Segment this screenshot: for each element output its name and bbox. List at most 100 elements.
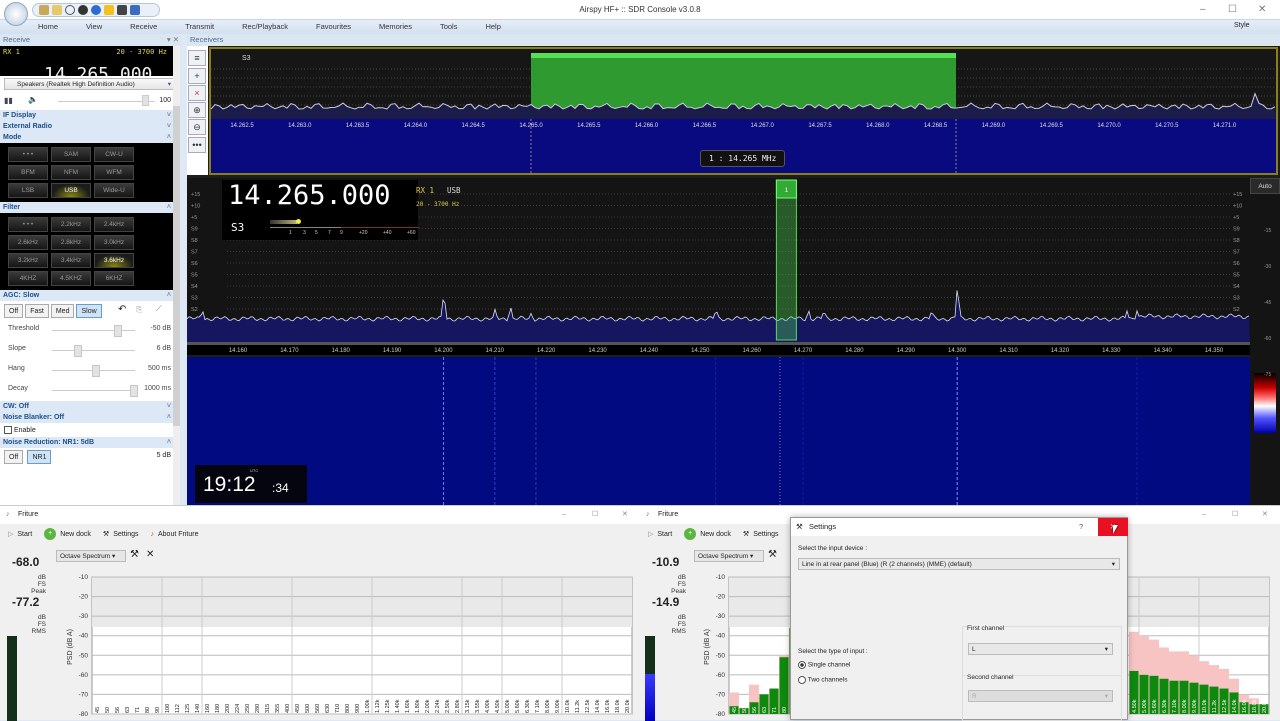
play-icon[interactable]: ▷	[8, 530, 13, 538]
filter-button[interactable]: 2.8kHz	[51, 235, 91, 250]
filter-button[interactable]: 3.2kHz	[8, 253, 48, 268]
widget-settings-icon[interactable]: ⚒	[130, 549, 139, 560]
menu-memories[interactable]: Memories	[379, 20, 412, 34]
nr-off-button[interactable]: Off	[4, 450, 24, 464]
waterfall[interactable]	[187, 357, 1250, 505]
two-channels-radio[interactable]: Two channels	[798, 676, 847, 684]
new-dock-button[interactable]: New dock	[60, 531, 91, 538]
second-channel-select[interactable]: R ▾	[968, 690, 1113, 702]
menu-tools[interactable]: Tools	[440, 20, 458, 34]
mode-button[interactable]: BFM	[8, 165, 48, 180]
start-button[interactable]: Start	[657, 531, 672, 538]
maximize-button[interactable]: ☐	[1232, 506, 1238, 524]
maximize-button[interactable]: ☐	[1228, 4, 1237, 15]
section-cw[interactable]: CW: Off ˅	[0, 401, 179, 412]
nr1-button[interactable]: NR1	[27, 450, 52, 464]
rx-frequency[interactable]: 14.265.000	[44, 64, 152, 76]
slider-thumb[interactable]	[74, 345, 83, 357]
slider-thumb[interactable]	[92, 365, 100, 377]
filter-button[interactable]: 2.2kHz	[51, 217, 91, 232]
play-icon[interactable]: ▷	[648, 530, 653, 538]
auto-button[interactable]: Auto	[1250, 178, 1280, 194]
add-icon[interactable]: +	[684, 528, 697, 540]
filter-button[interactable]: 3.0kHz	[94, 235, 134, 250]
receive-panel-scrollbar[interactable]	[173, 46, 180, 505]
single-channel-radio[interactable]: Single channel	[798, 661, 850, 669]
noise-blanker-enable[interactable]: Enable	[0, 423, 179, 437]
undo-icon[interactable]: ↶	[118, 304, 126, 315]
widget-settings-icon[interactable]: ⚒	[768, 549, 777, 560]
section-filter[interactable]: Filter ˄	[0, 202, 179, 213]
zoom-out-icon[interactable]: ⊖	[188, 119, 206, 135]
mute-speaker-icon[interactable]: 🔈	[28, 95, 38, 104]
settings-button[interactable]: Settings	[113, 531, 138, 538]
main-frequency[interactable]: 14.265.000	[228, 180, 391, 211]
style-menu[interactable]: Style	[1234, 22, 1250, 29]
slider-track[interactable]	[52, 390, 135, 391]
filter-button[interactable]: 4KHZ	[8, 271, 48, 286]
section-noise-blanker[interactable]: Noise Blanker: Off ˄	[0, 412, 179, 423]
filter-button[interactable]: 3.6kHz	[94, 253, 134, 268]
agc-off-button[interactable]: Off	[4, 304, 24, 318]
mode-button[interactable]: LSB	[8, 183, 48, 198]
mode-button[interactable]: • • •	[8, 147, 48, 162]
slider-thumb[interactable]	[130, 385, 139, 397]
section-noise-reduction[interactable]: Noise Reduction: NR1: 5dB ˄	[0, 437, 179, 448]
first-channel-select[interactable]: L ▾	[968, 643, 1113, 655]
mode-button[interactable]: USB	[51, 183, 91, 198]
menu-receive[interactable]: Receive	[130, 20, 157, 34]
panel-close-icon[interactable]: ▾ ✕	[167, 34, 179, 46]
close-button[interactable]: ✕	[622, 506, 628, 524]
slider-track[interactable]	[52, 330, 135, 331]
maximize-button[interactable]: ☐	[592, 506, 598, 524]
input-device-select[interactable]: Line in at rear panel (Blue) (R (2 chann…	[798, 558, 1120, 570]
help-button[interactable]: ?	[1079, 518, 1083, 536]
widget-type-select[interactable]: Octave Spectrum ▾	[694, 550, 764, 562]
slider-track[interactable]	[52, 350, 135, 351]
settings-button[interactable]: Settings	[753, 531, 778, 538]
menu-help[interactable]: Help	[485, 20, 500, 34]
receiver-marker-label[interactable]: 1 : 14.265 MHz	[700, 150, 786, 167]
section-external-radio[interactable]: External Radio ˅	[0, 121, 179, 132]
filter-button[interactable]: 6KHZ	[94, 271, 134, 286]
agc-slow-button[interactable]: Slow	[76, 304, 102, 318]
app-menu-button[interactable]	[4, 2, 28, 26]
filter-button[interactable]: 3.4kHz	[51, 253, 91, 268]
agc-med-button[interactable]: Med	[50, 304, 75, 318]
close-button[interactable]: ✕	[1258, 4, 1266, 15]
receiver-passband[interactable]	[775, 179, 797, 341]
mode-button[interactable]: Wide-U	[94, 183, 134, 198]
filter-button[interactable]: 2.4kHz	[94, 217, 134, 232]
more-icon[interactable]: •••	[188, 137, 206, 153]
mode-button[interactable]: NFM	[51, 165, 91, 180]
enable-checkbox[interactable]	[4, 426, 12, 434]
volume-slider-thumb[interactable]	[142, 95, 149, 106]
equalizer-icon[interactable]: ▮▮	[4, 96, 13, 105]
filter-button[interactable]: 2.6kHz	[8, 235, 48, 250]
add-icon[interactable]: +	[188, 68, 206, 84]
menu-home[interactable]: Home	[38, 20, 58, 34]
menu-view[interactable]: View	[86, 20, 102, 34]
minimize-button[interactable]: –	[562, 506, 566, 524]
slider-thumb[interactable]	[114, 325, 123, 337]
section-agc[interactable]: AGC: Slow ˄	[0, 290, 179, 301]
minimize-button[interactable]: –	[1202, 506, 1206, 524]
tools-icon[interactable]: ⚒	[103, 530, 109, 538]
minimize-button[interactable]: –	[1200, 4, 1206, 15]
close-button[interactable]: ✕	[1262, 506, 1268, 524]
section-mode[interactable]: Mode ˄	[0, 132, 179, 143]
friture-logo-icon[interactable]: ♪	[151, 531, 155, 538]
menu-transmit[interactable]: Transmit	[185, 20, 214, 34]
menu-icon[interactable]: ≡	[188, 50, 206, 66]
filter-button[interactable]: 4.5KHZ	[51, 271, 91, 286]
menu-recplayback[interactable]: Rec/Playback	[242, 20, 288, 34]
about-friture-button[interactable]: About Friture	[158, 531, 198, 538]
copy-icon[interactable]: ⎘	[136, 305, 142, 315]
mode-button[interactable]: CW-U	[94, 147, 134, 162]
audio-device-select[interactable]: Speakers (Realtek High Definition Audio)…	[4, 78, 175, 90]
agc-fast-button[interactable]: Fast	[25, 304, 49, 318]
graph-icon[interactable]: ⟋	[156, 304, 162, 314]
new-dock-button[interactable]: New dock	[700, 531, 731, 538]
waterfall-colour-bar[interactable]	[1254, 373, 1276, 433]
widget-type-select[interactable]: Octave Spectrum ▾	[56, 550, 126, 562]
